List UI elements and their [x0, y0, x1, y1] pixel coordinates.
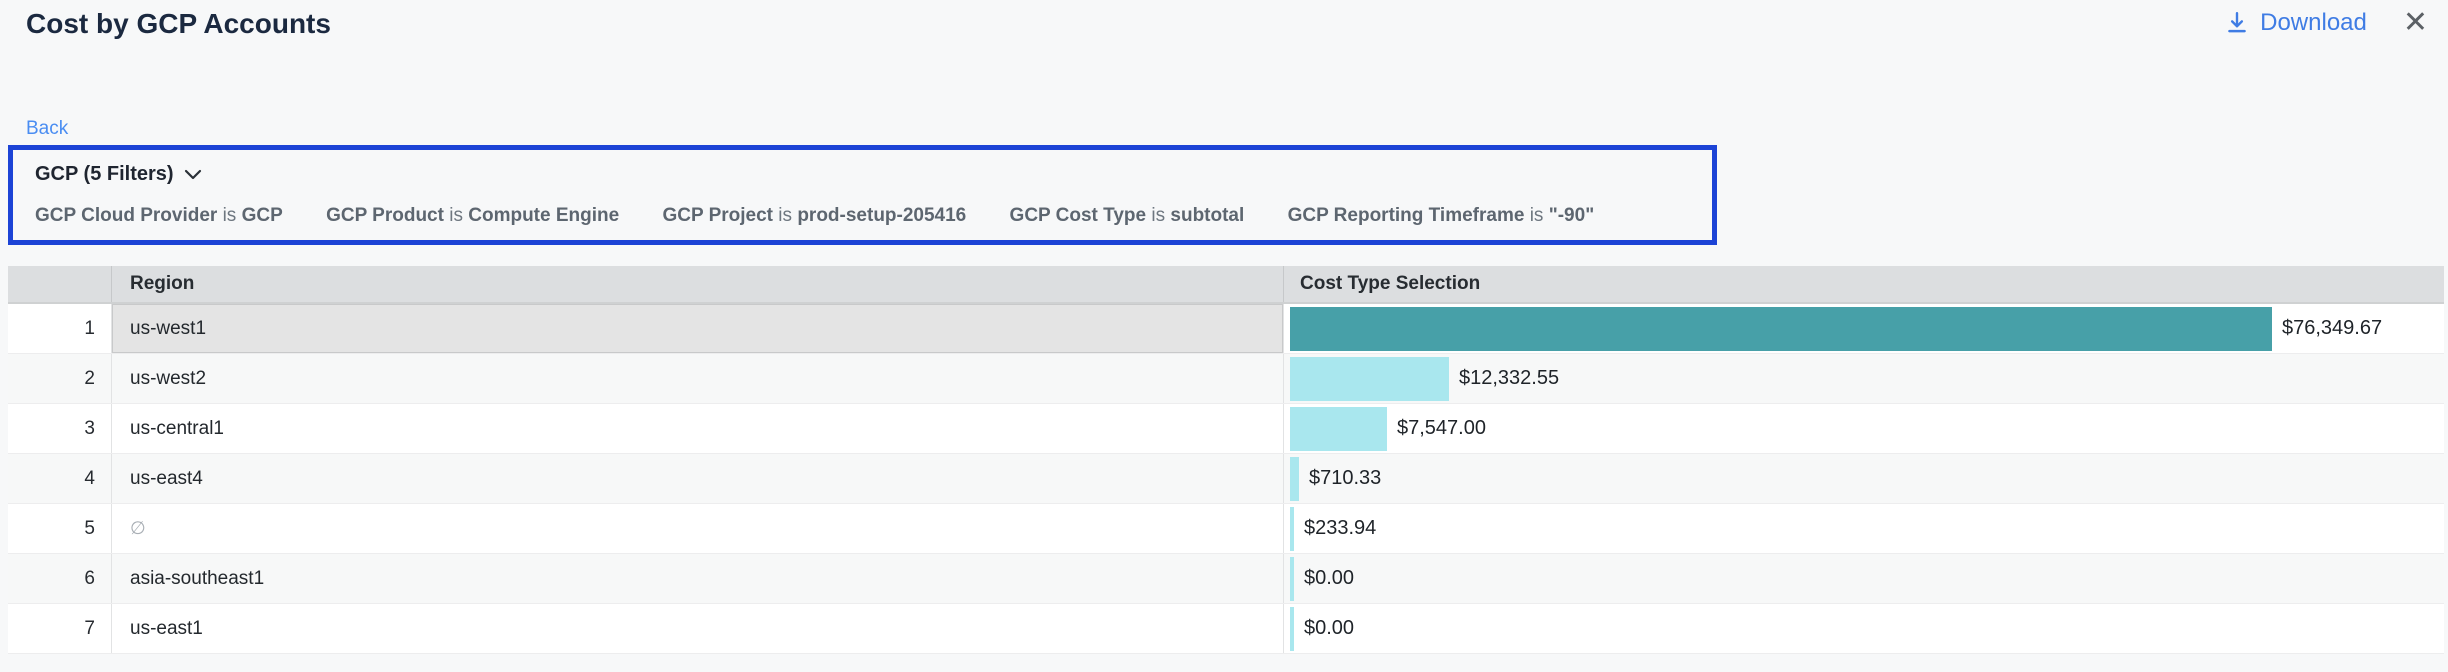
filter-box: GCP (5 Filters) GCP Cloud Provider is GC… — [8, 145, 1717, 245]
filter-value: GCP — [242, 205, 283, 226]
table-header-row: Region Cost Type Selection — [8, 266, 2444, 304]
table-row[interactable]: 4 us-east4 $710.33 — [8, 454, 2444, 504]
table-row[interactable]: 6 asia-southeast1 $0.00 — [8, 554, 2444, 604]
back-link[interactable]: Back — [26, 118, 68, 140]
filter-item[interactable]: GCP Product is Compute Engine — [326, 205, 619, 226]
cost-cell: $0.00 — [1284, 604, 2444, 653]
column-header-cost-type-selection[interactable]: Cost Type Selection — [1284, 266, 2444, 302]
filters-summary-toggle[interactable]: GCP (5 Filters) — [35, 163, 202, 186]
cost-bar — [1290, 307, 2272, 351]
page-title: Cost by GCP Accounts — [26, 8, 331, 40]
region-cell[interactable]: us-central1 — [112, 404, 1284, 453]
filter-item[interactable]: GCP Cloud Provider is GCP — [35, 205, 283, 226]
cost-value: $0.00 — [1304, 567, 1354, 590]
cost-value: $7,547.00 — [1397, 417, 1486, 440]
region-cell[interactable]: ∅ — [112, 504, 1284, 553]
table-row[interactable]: 5 ∅ $233.94 — [8, 504, 2444, 554]
cost-cell: $233.94 — [1284, 504, 2444, 553]
table-row[interactable]: 7 us-east1 $0.00 — [8, 604, 2444, 654]
close-icon[interactable]: ✕ — [2403, 8, 2428, 38]
filter-value: subtotal — [1170, 205, 1244, 226]
cost-cell: $12,332.55 — [1284, 354, 2444, 403]
filters-summary-label: GCP (5 Filters) — [35, 163, 174, 186]
filter-field: GCP Cost Type — [1010, 205, 1147, 226]
region-cell[interactable]: asia-southeast1 — [112, 554, 1284, 603]
table-row[interactable]: 1 us-west1 $76,349.67 — [8, 304, 2444, 354]
download-label: Download — [2260, 9, 2367, 37]
filter-operator: is — [1530, 205, 1544, 226]
download-button[interactable]: Download — [2224, 9, 2367, 37]
filter-operator: is — [449, 205, 463, 226]
filter-item[interactable]: GCP Cost Type is subtotal — [1010, 205, 1245, 226]
row-number: 2 — [8, 354, 112, 403]
row-number: 7 — [8, 604, 112, 653]
region-cell[interactable]: us-west2 — [112, 354, 1284, 403]
download-icon — [2224, 10, 2250, 36]
filter-value: Compute Engine — [468, 205, 619, 226]
table-row[interactable]: 2 us-west2 $12,332.55 — [8, 354, 2444, 404]
filter-value: prod-setup-205416 — [797, 205, 966, 226]
region-cell[interactable]: us-east1 — [112, 604, 1284, 653]
cost-cell: $0.00 — [1284, 554, 2444, 603]
filter-item[interactable]: GCP Reporting Timeframe is "-90" — [1288, 205, 1595, 226]
cost-drill-panel: Cost by GCP Accounts Download ✕ Back GCP… — [0, 0, 2448, 672]
cost-cell: $710.33 — [1284, 454, 2444, 503]
cost-value: $12,332.55 — [1459, 367, 1559, 390]
cost-value: $76,349.67 — [2282, 317, 2382, 340]
cost-bar — [1290, 357, 1449, 401]
cost-value: $0.00 — [1304, 617, 1354, 640]
filter-operator: is — [1151, 205, 1165, 226]
filter-field: GCP Product — [326, 205, 444, 226]
filter-value: "-90" — [1549, 205, 1594, 226]
filter-operator: is — [223, 205, 237, 226]
header-actions: Download ✕ — [2224, 8, 2428, 38]
cost-table: Region Cost Type Selection 1 us-west1 $7… — [8, 266, 2444, 654]
filter-list: GCP Cloud Provider is GCP GCP Product is… — [35, 205, 1632, 227]
cost-cell: $76,349.67 — [1284, 304, 2444, 353]
table-row[interactable]: 3 us-central1 $7,547.00 — [8, 404, 2444, 454]
region-cell[interactable]: us-east4 — [112, 454, 1284, 503]
row-number: 1 — [8, 304, 112, 353]
cost-bar — [1290, 407, 1387, 451]
column-header-row-number — [8, 266, 112, 302]
row-number: 6 — [8, 554, 112, 603]
chevron-down-icon — [184, 163, 202, 186]
column-header-region[interactable]: Region — [112, 266, 1284, 302]
cost-value: $710.33 — [1309, 467, 1381, 490]
row-number: 4 — [8, 454, 112, 503]
row-number: 3 — [8, 404, 112, 453]
cost-bar — [1290, 507, 1294, 551]
filter-field: GCP Reporting Timeframe — [1288, 205, 1525, 226]
cost-bar — [1290, 457, 1299, 501]
region-cell[interactable]: us-west1 — [112, 304, 1284, 353]
cost-bar — [1290, 607, 1294, 651]
table-body: 1 us-west1 $76,349.67 2 us-west2 $12,332… — [8, 304, 2444, 654]
filter-item[interactable]: GCP Project is prod-setup-205416 — [662, 205, 966, 226]
cost-value: $233.94 — [1304, 517, 1376, 540]
filter-operator: is — [778, 205, 792, 226]
cost-cell: $7,547.00 — [1284, 404, 2444, 453]
filter-field: GCP Project — [662, 205, 773, 226]
cost-bar — [1290, 557, 1294, 601]
filter-field: GCP Cloud Provider — [35, 205, 217, 226]
row-number: 5 — [8, 504, 112, 553]
